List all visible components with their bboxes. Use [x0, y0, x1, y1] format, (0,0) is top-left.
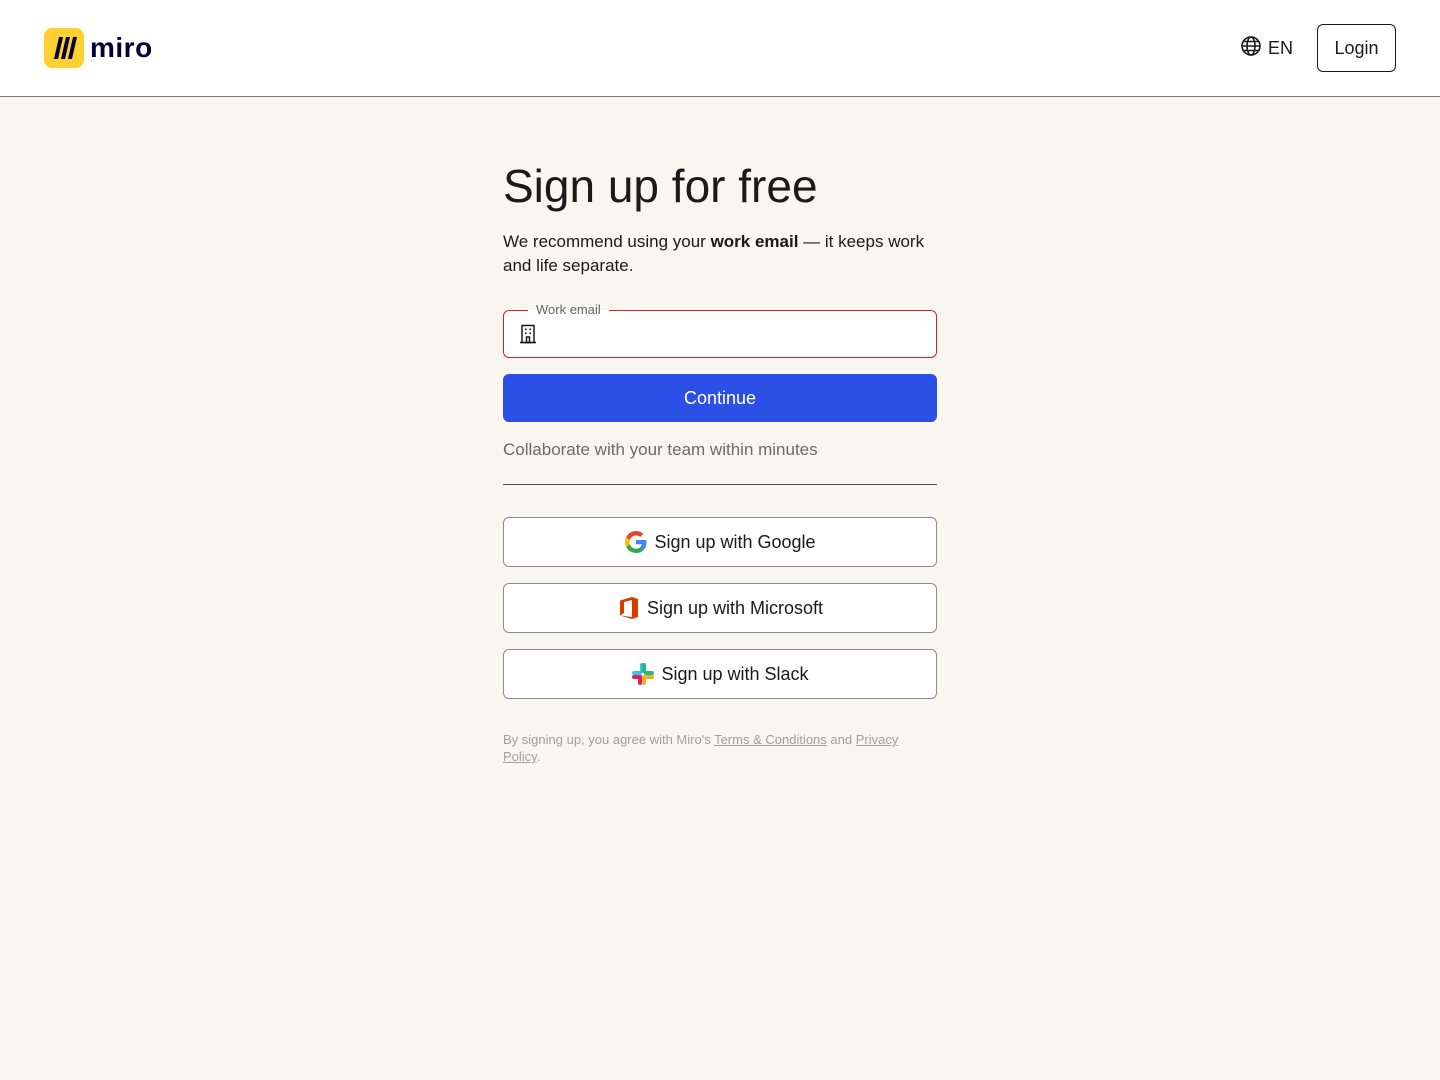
google-signup-button[interactable]: Sign up with Google [503, 517, 937, 567]
slack-signup-label: Sign up with Slack [661, 663, 809, 684]
continue-button[interactable]: Continue [503, 374, 937, 422]
legal-notice: By signing up, you agree with Miro's Ter… [503, 731, 937, 765]
miro-logo[interactable]: miro [44, 28, 153, 68]
subtitle-text-start: We recommend using your [503, 232, 711, 251]
signup-form: Sign up for free We recommend using your… [503, 160, 937, 765]
legal-text-mid: and [826, 732, 856, 747]
miro-logo-icon [44, 28, 84, 68]
work-email-input[interactable] [548, 311, 928, 357]
slack-icon [631, 662, 655, 686]
microsoft-office-icon [617, 596, 641, 620]
page-title: Sign up for free [503, 160, 818, 212]
legal-text-start: By signing up, you agree with Miro's [503, 732, 715, 747]
work-email-field[interactable]: Work email [503, 302, 937, 358]
language-label: EN [1268, 37, 1294, 58]
terms-link[interactable]: Terms & Conditions [714, 732, 827, 747]
collaborate-text: Collaborate with your team within minute… [503, 440, 818, 459]
divider [503, 484, 937, 485]
microsoft-signup-button[interactable]: Sign up with Microsoft [503, 583, 937, 633]
microsoft-signup-label: Sign up with Microsoft [646, 597, 824, 618]
login-button[interactable]: Login [1317, 24, 1396, 72]
google-icon [624, 530, 648, 554]
language-selector[interactable]: EN [1240, 35, 1294, 62]
legal-text-end: . [536, 749, 541, 764]
subtitle-emphasis: work email [710, 232, 799, 251]
top-navbar: miro EN Login [0, 0, 1440, 97]
slack-signup-button[interactable]: Sign up with Slack [503, 649, 937, 699]
logo-text: miro [90, 32, 153, 63]
building-icon [518, 324, 538, 344]
globe-icon [1240, 35, 1262, 62]
google-signup-label: Sign up with Google [654, 531, 816, 552]
signup-subtitle: We recommend using your work email — it … [503, 230, 937, 278]
